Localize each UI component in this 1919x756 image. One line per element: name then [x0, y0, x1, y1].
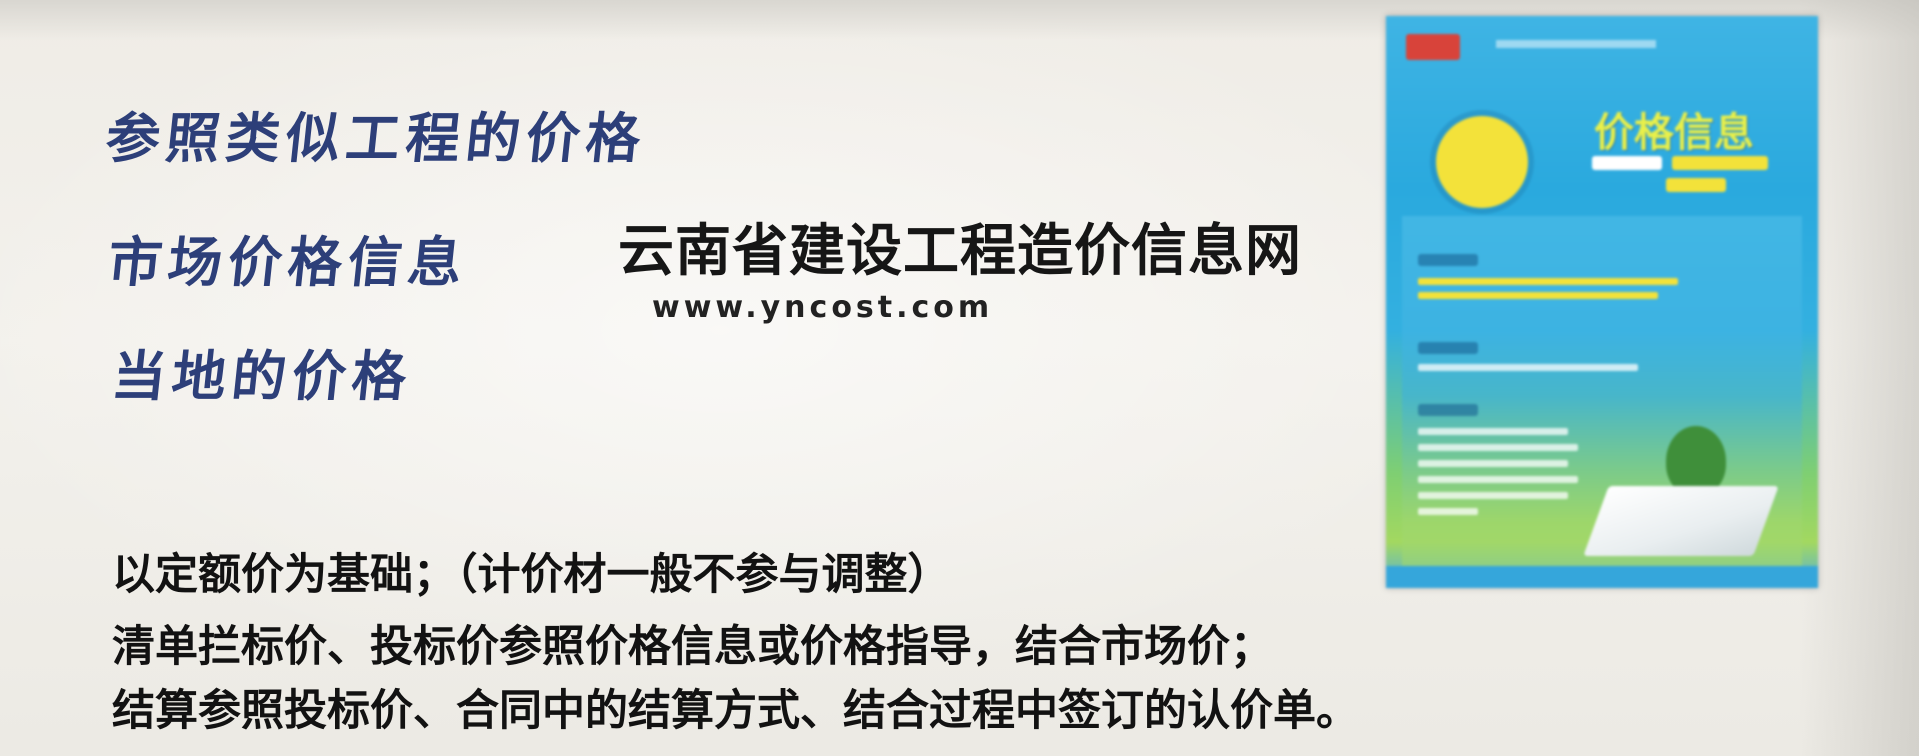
- cover-text-line: [1418, 444, 1578, 451]
- cover-yellow-badge: [1436, 116, 1528, 208]
- cover-book-illustration: [1583, 486, 1779, 556]
- cover-section-label: [1418, 404, 1478, 416]
- cover-text-line: [1418, 278, 1678, 285]
- cover-title: 价格信息: [1594, 110, 1754, 156]
- cover-section-label: [1418, 254, 1478, 266]
- cover-section-label: [1418, 342, 1478, 354]
- heading-similar-project-price: 参照类似工程的价格: [102, 107, 650, 170]
- body-line-bid-price: 清单拦标价、投标价参照价格信息或价格指导，结合市场价；: [112, 622, 1273, 672]
- cover-text-line: [1418, 292, 1658, 299]
- cover-text-line: [1418, 492, 1568, 499]
- cover-text-line: [1418, 460, 1568, 467]
- cover-text-line: [1418, 508, 1478, 515]
- cover-text-line: [1418, 364, 1638, 371]
- cover-text-line: [1418, 428, 1568, 435]
- presentation-slide: 参照类似工程的价格 市场价格信息 当地的价格 云南省建设工程造价信息网 www.…: [0, 0, 1919, 756]
- cover-text-line: [1418, 476, 1578, 483]
- cover-logo: [1406, 34, 1460, 60]
- heading-local-price: 当地的价格: [108, 345, 416, 408]
- website-title: 云南省建设工程造价信息网: [618, 219, 1302, 284]
- heading-market-price-info: 市场价格信息: [104, 231, 472, 294]
- price-info-magazine-cover: 价格信息: [1386, 16, 1818, 588]
- website-url: www.yncost.com: [652, 290, 994, 325]
- cover-header-line: [1496, 40, 1656, 48]
- cover-footer-bar: [1386, 566, 1818, 588]
- body-line-quota-price: 以定额价为基础；（计价材一般不参与调整）: [112, 550, 951, 600]
- cover-tag: [1592, 156, 1662, 170]
- cover-tag: [1666, 178, 1726, 192]
- cover-tag: [1672, 156, 1768, 170]
- body-line-settlement: 结算参照投标价、合同中的结算方式、结合过程中签订的认价单。: [112, 686, 1359, 736]
